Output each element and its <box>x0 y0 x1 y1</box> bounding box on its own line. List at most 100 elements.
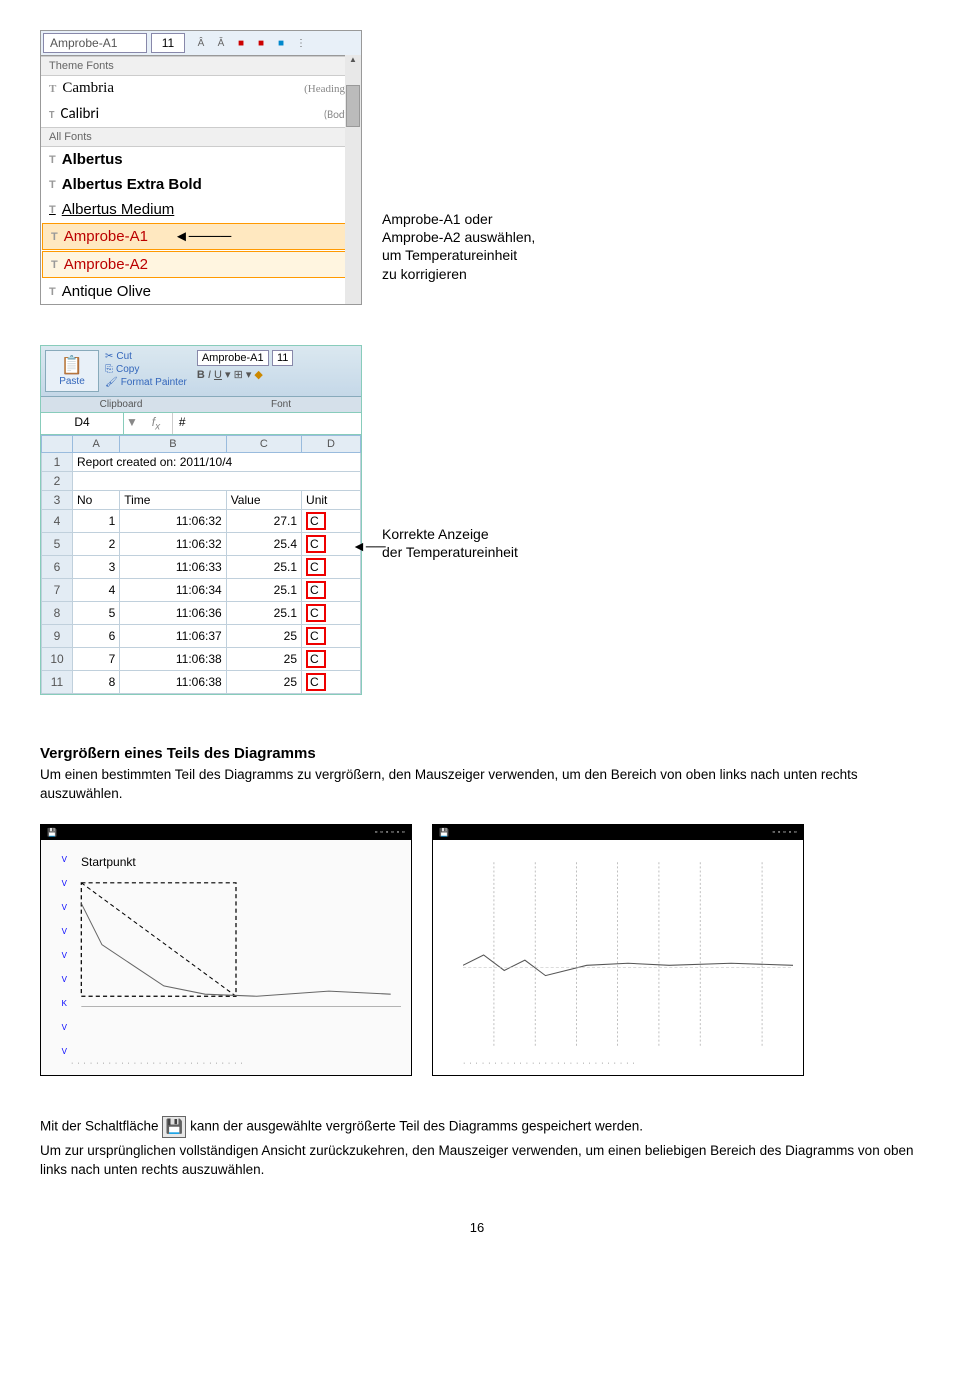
cell[interactable]: Value <box>226 491 301 510</box>
font-group-label: Font <box>201 396 361 412</box>
save-icon[interactable]: 💾 <box>439 828 449 837</box>
font-label: Cambria <box>62 80 114 97</box>
cell[interactable]: 11:06:32 <box>120 533 226 556</box>
font-dropdown-panel: Amprobe-A1 11 Â Ǎ ■ ■ ■ ⋮ Theme Fonts … <box>40 30 362 305</box>
font-label: Amprobe-A1 <box>64 228 148 245</box>
truetype-icon: T <box>49 179 56 191</box>
grow-font-icon[interactable]: Â <box>193 35 209 51</box>
cell[interactable]: 6 <box>73 625 120 648</box>
truetype-icon: T <box>49 83 56 95</box>
format-painter-button[interactable]: 🖌Format Painter <box>103 376 189 389</box>
cell[interactable]: 25.4 <box>226 533 301 556</box>
font-name-input[interactable]: Amprobe-A1 <box>43 33 147 53</box>
cell[interactable]: Time <box>120 491 226 510</box>
cell[interactable]: 4 <box>73 579 120 602</box>
font-item-calibri[interactable]: T Calibri (Body) <box>41 101 361 127</box>
font-item-albertus-medium[interactable]: T Albertus Medium <box>41 197 361 222</box>
cell[interactable]: C <box>302 648 361 671</box>
copy-icon: ⎘ <box>105 364 113 375</box>
truetype-icon: T <box>49 108 54 121</box>
cell[interactable]: 11:06:36 <box>120 602 226 625</box>
chart-toolbar: 💾 ▫ ▫ ▫ ▫ ▫ <box>433 825 803 840</box>
font-item-antique[interactable]: T Antique Olive <box>41 279 361 304</box>
cell[interactable]: 27.1 <box>226 510 301 533</box>
more-icon[interactable]: ⋮ <box>293 35 309 51</box>
cell[interactable]: 11:06:33 <box>120 556 226 579</box>
ribbon-fontsize-input[interactable]: 11 <box>272 350 293 366</box>
cell[interactable]: C <box>302 579 361 602</box>
theme-fonts-header: Theme Fonts <box>41 56 361 76</box>
cell[interactable]: 3 <box>73 556 120 579</box>
cell[interactable]: No <box>73 491 120 510</box>
cell[interactable]: Report created on: 2011/10/4 <box>73 453 361 472</box>
cell[interactable]: C <box>302 510 361 533</box>
cell[interactable]: 1 <box>73 510 120 533</box>
cell[interactable]: 2 <box>73 533 120 556</box>
cell[interactable]: 25 <box>226 671 301 694</box>
cell[interactable]: 11:06:37 <box>120 625 226 648</box>
font-toolbar: Amprobe-A1 11 Â Ǎ ■ ■ ■ ⋮ <box>41 31 361 56</box>
cell[interactable]: C <box>302 671 361 694</box>
bold-icon[interactable]: ■ <box>233 35 249 51</box>
formula-bar[interactable]: # <box>173 413 361 434</box>
fontcolor-icon[interactable]: ■ <box>273 35 289 51</box>
font-label: Albertus <box>62 151 123 168</box>
chart-svg <box>71 855 401 1055</box>
font-label: Amprobe-A2 <box>64 256 148 273</box>
scrollbar[interactable]: ▲ <box>345 55 361 304</box>
cell[interactable]: C <box>302 625 361 648</box>
cell[interactable]: 11:06:38 <box>120 671 226 694</box>
arrow-icon: ◄── <box>352 537 386 555</box>
col-header[interactable]: B <box>120 436 226 453</box>
cell[interactable]: 5 <box>73 602 120 625</box>
cell[interactable]: 11:06:32 <box>120 510 226 533</box>
scrollbar-thumb[interactable] <box>346 85 360 127</box>
spreadsheet-panel: 📋 Paste ✂Cut ⎘Copy 🖌Format Painter Ampro… <box>40 345 362 695</box>
fx-icon: fx <box>140 413 173 434</box>
annotation-font: Amprobe-A1 oder Amprobe-A2 auswählen, um… <box>382 210 535 305</box>
col-header[interactable]: A <box>73 436 120 453</box>
font-size-input[interactable]: 11 <box>151 33 185 53</box>
font-item-albertus-extra[interactable]: T Albertus Extra Bold <box>41 172 361 197</box>
col-header[interactable]: C <box>226 436 301 453</box>
cell[interactable]: Unit <box>302 491 361 510</box>
cell[interactable]: 11:06:34 <box>120 579 226 602</box>
paragraph: Um einen bestimmten Teil des Diagramms z… <box>40 766 914 804</box>
shrink-font-icon[interactable]: Ǎ <box>213 35 229 51</box>
cell[interactable]: 7 <box>73 648 120 671</box>
ribbon: 📋 Paste ✂Cut ⎘Copy 🖌Format Painter Ampro… <box>41 346 361 396</box>
save-icon: 💾 <box>162 1116 186 1138</box>
cell[interactable]: 11:06:38 <box>120 648 226 671</box>
cell[interactable] <box>73 472 361 491</box>
col-header[interactable]: D <box>302 436 361 453</box>
font-label: Albertus Extra Bold <box>62 176 202 193</box>
clipboard-group-label: Clipboard <box>41 396 201 412</box>
cell[interactable]: 25.1 <box>226 556 301 579</box>
page-number: 16 <box>40 1220 914 1235</box>
cell[interactable]: C <box>302 556 361 579</box>
cell[interactable]: 25.1 <box>226 602 301 625</box>
cut-button[interactable]: ✂Cut <box>103 350 189 363</box>
cell[interactable]: 8 <box>73 671 120 694</box>
highlight-icon[interactable]: ■ <box>253 35 269 51</box>
font-item-albertus[interactable]: T Albertus <box>41 147 361 172</box>
font-label: Albertus Medium <box>62 201 175 218</box>
copy-button[interactable]: ⎘Copy <box>103 363 189 376</box>
cell[interactable]: 25.1 <box>226 579 301 602</box>
truetype-icon: T <box>49 286 56 298</box>
corner-cell[interactable] <box>42 436 73 453</box>
paste-button[interactable]: 📋 Paste <box>45 350 99 392</box>
font-item-cambria[interactable]: T Cambria (Headings) <box>41 76 361 101</box>
font-item-amprobe-a2[interactable]: T Amprobe-A2 <box>42 251 360 278</box>
font-item-amprobe-a1[interactable]: T Amprobe-A1 ◄──── <box>42 223 360 250</box>
spreadsheet-grid[interactable]: A B C D 1Report created on: 2011/10/4 2 … <box>41 435 361 694</box>
annotation-unit: ◄── Korrekte Anzeige der Temperatureinhe… <box>382 525 518 695</box>
scroll-up-icon[interactable]: ▲ <box>345 55 361 69</box>
cell[interactable]: 25 <box>226 625 301 648</box>
cell[interactable]: C <box>302 602 361 625</box>
brush-icon: 🖌 <box>105 377 118 388</box>
ribbon-font-input[interactable]: Amprobe-A1 <box>197 350 269 366</box>
save-icon[interactable]: 💾 <box>47 828 57 837</box>
name-box[interactable]: D4 <box>41 413 124 434</box>
cell[interactable]: 25 <box>226 648 301 671</box>
